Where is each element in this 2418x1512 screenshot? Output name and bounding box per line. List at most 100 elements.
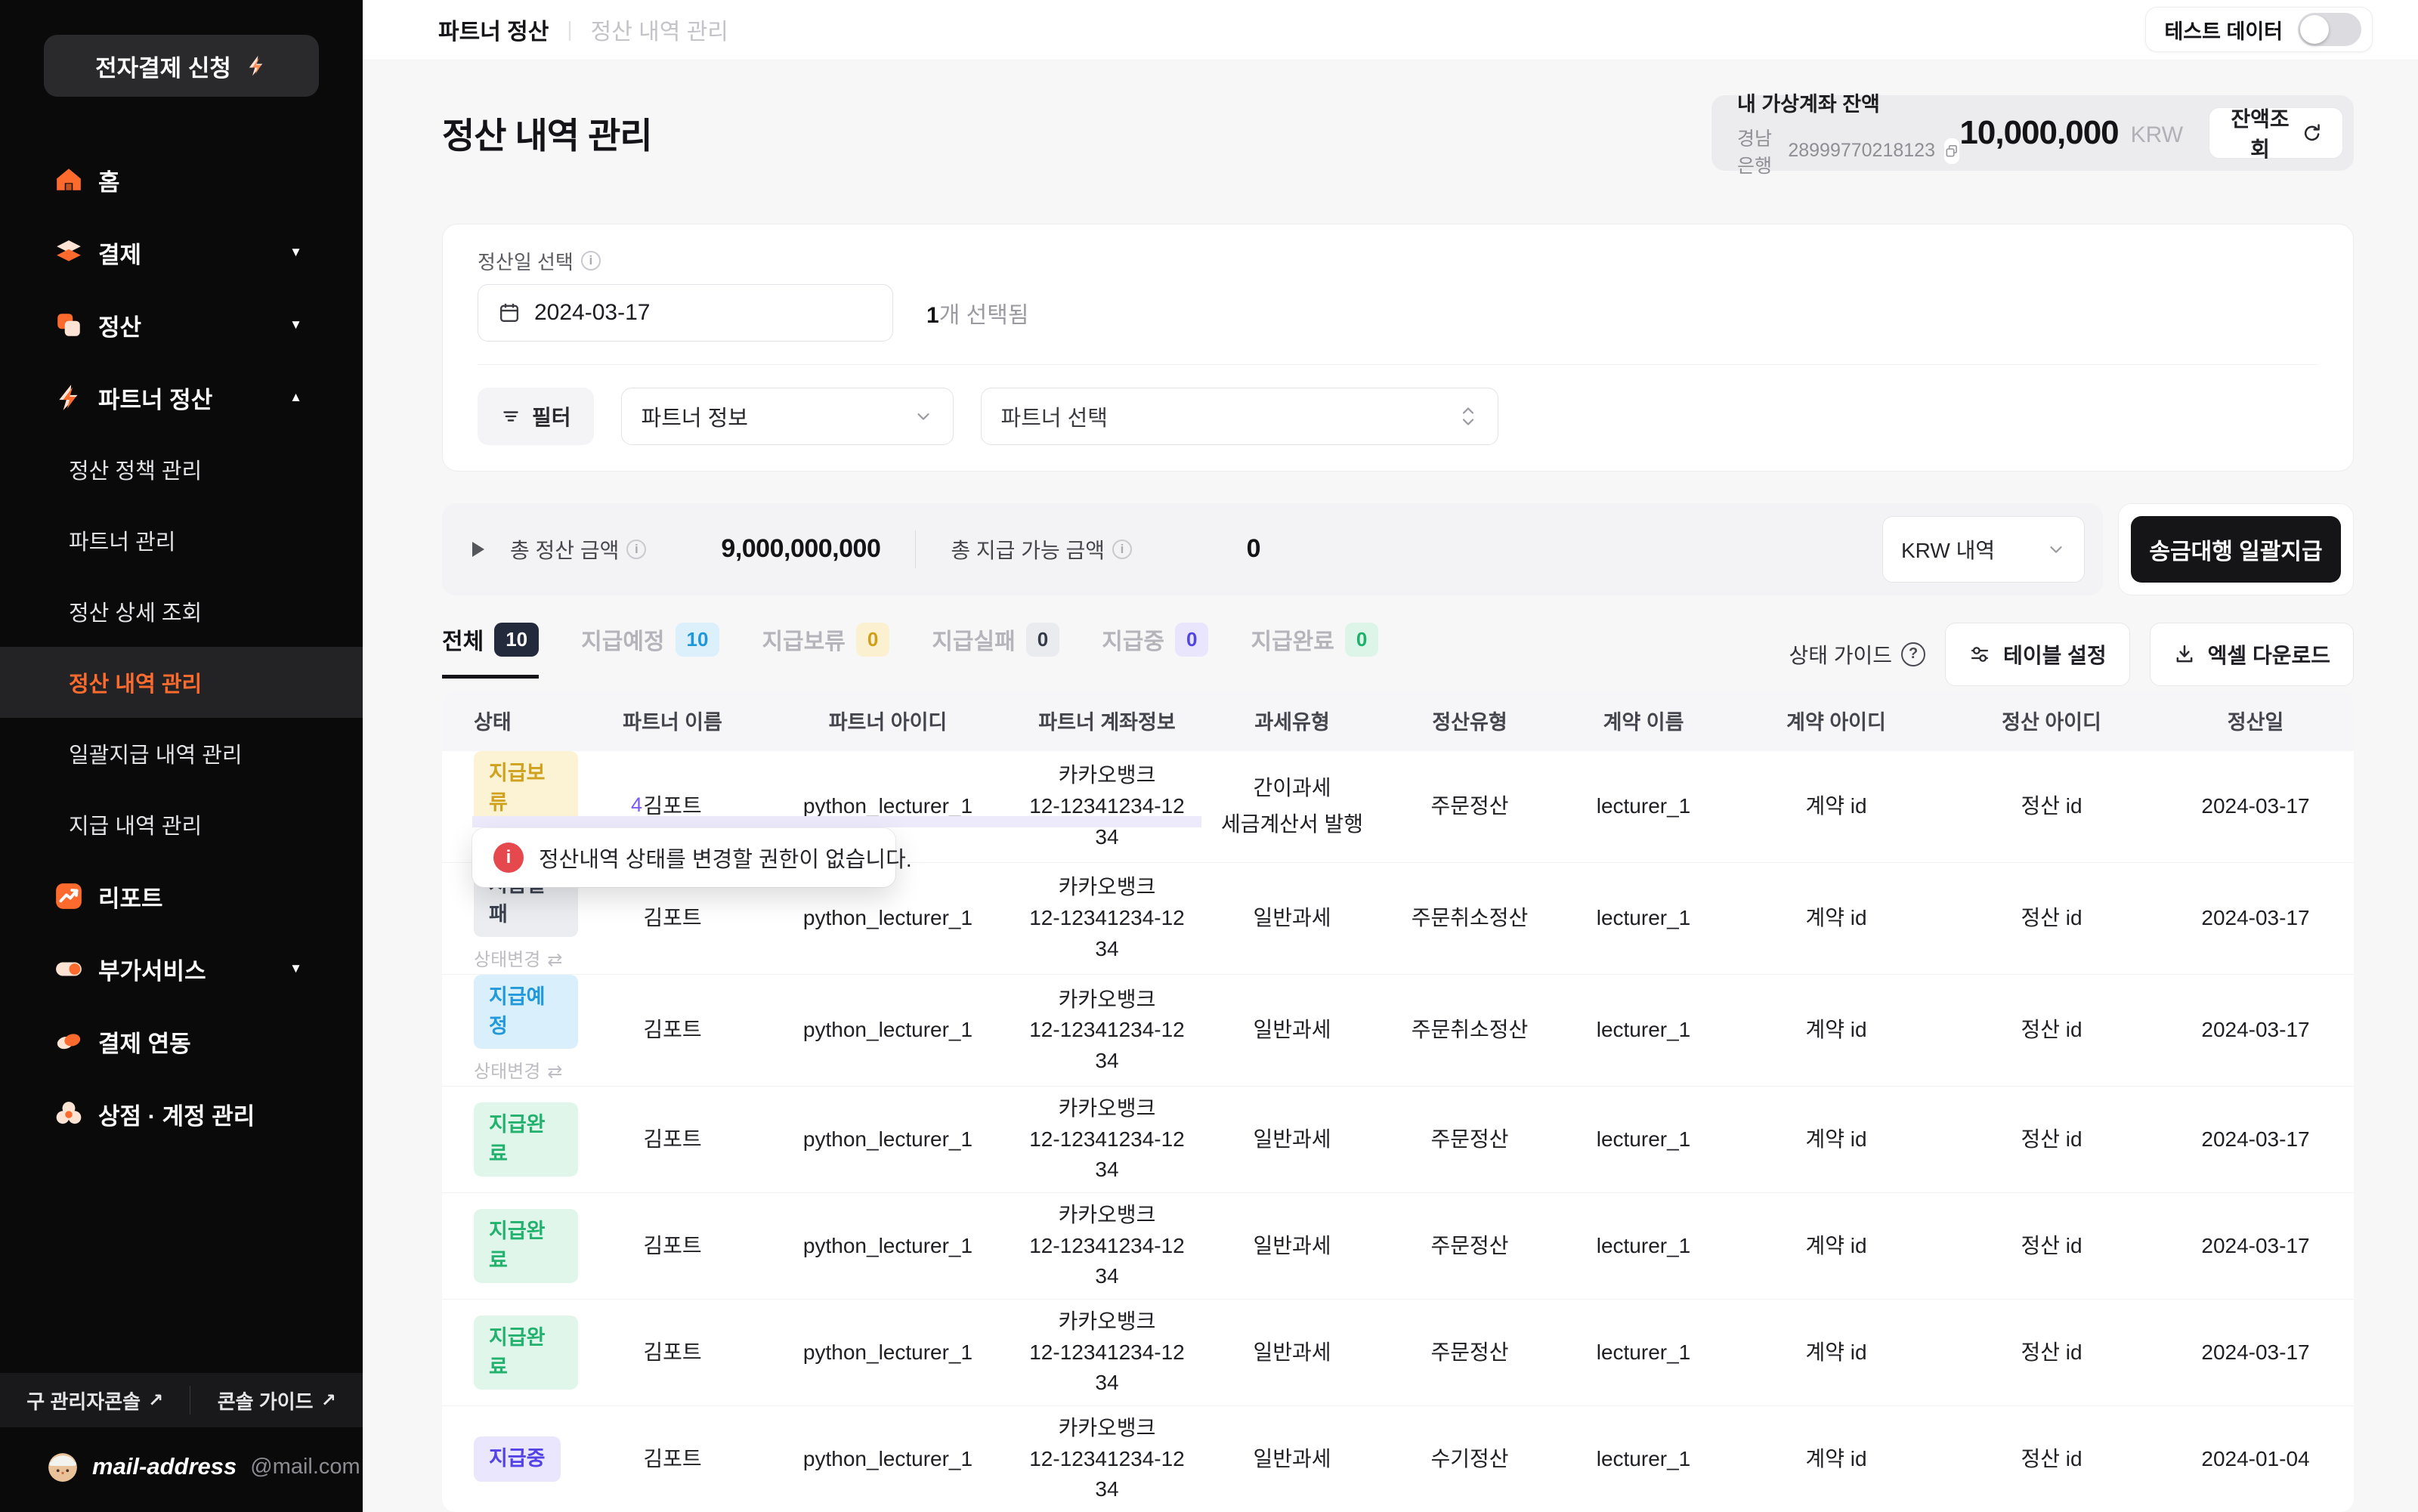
- tab-done[interactable]: 지급완료0: [1251, 623, 1378, 679]
- home-icon: [54, 165, 83, 194]
- total-payable-label: 총 지급 가능 금액i: [951, 534, 1132, 564]
- virtual-account-balance-card: 내 가상계좌 잔액 경남은행 28999770218123 10,000,000…: [1711, 95, 2354, 171]
- chevron-down-icon: [2046, 540, 2066, 559]
- breadcrumb-section[interactable]: 파트너 정산: [438, 13, 549, 46]
- sidebar-item-store-account[interactable]: 상점 · 계정 관리: [0, 1078, 363, 1150]
- tab-count-badge: 10: [676, 623, 720, 657]
- dropdown-artifact-number: 4: [631, 793, 642, 817]
- settlement-type-cell: 주문취소정산: [1379, 863, 1560, 974]
- sidebar-subitem-batch-payout-history[interactable]: 일괄지급 내역 관리: [0, 718, 363, 789]
- sliders-icon: [1968, 643, 1991, 666]
- settlement-date-cell: 2024-03-17: [2157, 1087, 2354, 1192]
- footer-link-legacy-console[interactable]: 구 관리자콘솔↗: [26, 1387, 163, 1415]
- sidebar-item-integration[interactable]: 결제 연동: [0, 1005, 363, 1078]
- tax-type-cell: 일반과세: [1205, 975, 1379, 1086]
- footer-link-console-guide[interactable]: 콘솔 가이드↗: [218, 1387, 336, 1415]
- info-icon[interactable]: i: [1112, 540, 1132, 559]
- partner-id-cell: python_lecturer_1: [767, 1406, 1009, 1512]
- contract-name-cell: lecturer_1: [1560, 1193, 1727, 1299]
- tab-all[interactable]: 전체10: [442, 623, 539, 679]
- tab-count-badge: 0: [856, 623, 889, 657]
- e-payment-apply-label: 전자결제 신청: [95, 49, 231, 83]
- sidebar-item-label: 상점 · 계정 관리: [98, 1097, 255, 1131]
- tab-hold[interactable]: 지급보류0: [762, 623, 889, 679]
- partner-select[interactable]: 파트너 선택: [981, 388, 1498, 445]
- expand-triangle-icon[interactable]: [472, 542, 484, 557]
- tab-scheduled[interactable]: 지급예정10: [581, 623, 719, 679]
- contract-name-cell: lecturer_1: [1560, 751, 1727, 862]
- status-cell: 지급예정상태변경⇄: [442, 975, 578, 1086]
- main-area: 파트너 정산 | 정산 내역 관리 테스트 데이터 정산 내역 관리 내 가상계…: [363, 0, 2418, 1512]
- table-row[interactable]: 지급중김포트python_lecturer_1카카오뱅크12-12341234-…: [442, 1405, 2354, 1512]
- currency-history-select[interactable]: KRW 내역: [1882, 516, 2085, 583]
- sidebar-item-label: 파트너 정산: [98, 381, 212, 415]
- tab-paying[interactable]: 지급중0: [1102, 623, 1208, 679]
- info-icon[interactable]: i: [581, 251, 601, 271]
- table-row[interactable]: 지급완료김포트python_lecturer_1카카오뱅크12-12341234…: [442, 1192, 2354, 1299]
- tab-failed[interactable]: 지급실패0: [932, 623, 1059, 679]
- status-badge: 지급보류: [474, 751, 578, 825]
- sidebar-item-addons[interactable]: 부가서비스▼: [0, 932, 363, 1005]
- page-title: 정산 내역 관리: [442, 107, 652, 159]
- sidebar-item-partner-settlement[interactable]: 파트너 정산 ▲: [0, 361, 363, 434]
- account-row[interactable]: mail-address @mail.com: [0, 1427, 363, 1512]
- sidebar-item-home[interactable]: 홈: [0, 144, 363, 216]
- contract-id-cell: 계약 id: [1727, 1087, 1946, 1192]
- filter-icon: [500, 406, 521, 427]
- swap-icon: ⇄: [547, 948, 562, 974]
- column-header: 계약 아이디: [1727, 691, 1946, 751]
- partner-id-cell: python_lecturer_1: [767, 975, 1009, 1086]
- table-settings-button[interactable]: 테이블 설정: [1945, 623, 2130, 686]
- partner-info-select[interactable]: 파트너 정보: [621, 388, 954, 445]
- info-icon[interactable]: i: [626, 540, 646, 559]
- balance-refresh-button[interactable]: 잔액조회: [2209, 107, 2343, 159]
- partner-info-select-value: 파트너 정보: [642, 400, 914, 432]
- settlement-table: 상태파트너 이름파트너 아이디파트너 계좌정보과세유형정산유형계약 이름계약 아…: [442, 691, 2354, 1512]
- settlement-id-cell: 정산 id: [1946, 1300, 2157, 1405]
- chevron-up-icon: ▲: [289, 390, 302, 405]
- tax-type-cell: 일반과세: [1205, 1406, 1379, 1512]
- column-header: 상태: [442, 691, 578, 751]
- test-data-label: 테스트 데이터: [2164, 15, 2283, 45]
- excel-download-button[interactable]: 엑셀 다운로드: [2150, 623, 2354, 686]
- sidebar-subitem-settlement-history[interactable]: 정산 내역 관리: [0, 647, 363, 718]
- sidebar-footer-links: 구 관리자콘솔↗ 콘솔 가이드↗: [0, 1373, 363, 1427]
- sidebar-item-settlement[interactable]: 정산▼: [0, 289, 363, 361]
- test-data-toggle[interactable]: [2298, 13, 2361, 46]
- status-cell: 지급완료: [442, 1193, 578, 1299]
- contract-name-cell: lecturer_1: [1560, 1300, 1727, 1405]
- breadcrumb-page: 정산 내역 관리: [591, 13, 728, 46]
- sidebar-subitem-payout-history[interactable]: 지급 내역 관리: [0, 789, 363, 860]
- bulk-pay-button[interactable]: 송금대행 일괄지급: [2131, 516, 2341, 583]
- question-icon[interactable]: ?: [1901, 642, 1925, 666]
- sidebar-item-payments[interactable]: 결제▼: [0, 216, 363, 289]
- status-change-link[interactable]: 상태변경⇄: [474, 1059, 562, 1086]
- chevron-down-icon: ▼: [289, 961, 302, 976]
- sidebar-subitem-settlement-detail[interactable]: 정산 상세 조회: [0, 576, 363, 647]
- tab-count-badge: 0: [1345, 623, 1378, 657]
- settlement-type-cell: 주문정산: [1379, 1193, 1560, 1299]
- contract-id-cell: 계약 id: [1727, 975, 1946, 1086]
- chevron-down-icon: ▼: [289, 317, 302, 332]
- table-row[interactable]: 지급예정상태변경⇄김포트python_lecturer_1카카오뱅크12-123…: [442, 974, 2354, 1086]
- sidebar-subitem-partner-management[interactable]: 파트너 관리: [0, 505, 363, 576]
- excel-download-label: 엑셀 다운로드: [2208, 639, 2330, 669]
- partner-account-cell: 카카오뱅크12-12341234-1234: [1009, 1087, 1205, 1192]
- sidebar-subitem-settlement-policy[interactable]: 정산 정책 관리: [0, 434, 363, 505]
- filter-card: 정산일 선택 i 2024-03-17 1개 선택됨: [442, 224, 2354, 472]
- copy-icon[interactable]: [1944, 138, 1959, 164]
- filter-button[interactable]: 필터: [478, 388, 594, 445]
- table-row[interactable]: 지급완료김포트python_lecturer_1카카오뱅크12-12341234…: [442, 1299, 2354, 1405]
- table-row[interactable]: 지급완료김포트python_lecturer_1카카오뱅크12-12341234…: [442, 1086, 2354, 1192]
- settlement-date-input[interactable]: 2024-03-17: [478, 284, 893, 342]
- swap-icon: ⇄: [547, 1059, 562, 1086]
- status-badge: 지급완료: [474, 1316, 578, 1390]
- calendar-icon: [498, 301, 521, 324]
- tax-type-cell: 일반과세: [1205, 863, 1379, 974]
- payments-icon: [54, 238, 83, 267]
- column-header: 파트너 아이디: [767, 691, 1009, 751]
- status-change-link[interactable]: 상태변경⇄: [474, 948, 562, 974]
- sidebar-item-report[interactable]: 리포트: [0, 860, 363, 932]
- settlement-date-cell: 2024-03-17: [2157, 1300, 2354, 1405]
- e-payment-apply-button[interactable]: 전자결제 신청: [44, 35, 319, 97]
